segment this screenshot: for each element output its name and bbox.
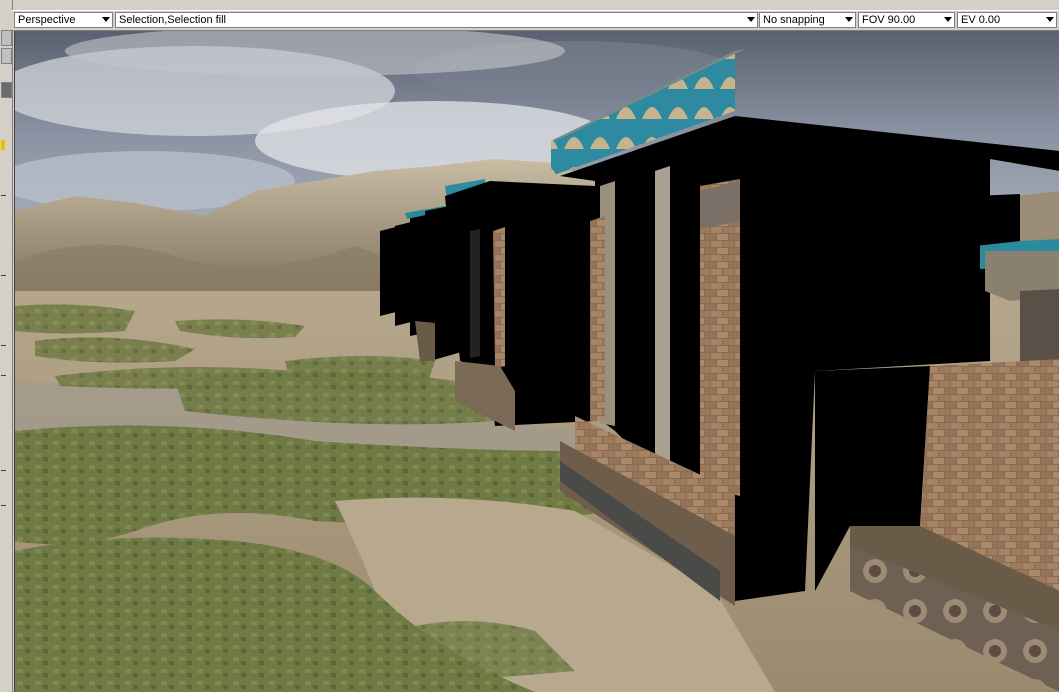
tick [1, 505, 6, 506]
fov-value: FOV 90.00 [862, 14, 916, 26]
tick [1, 195, 6, 196]
chevron-down-icon [747, 17, 755, 22]
tool-button[interactable] [1, 30, 12, 46]
ev-value: EV 0.00 [961, 14, 1001, 26]
tool-button-active[interactable] [1, 82, 12, 98]
ev-dropdown[interactable]: EV 0.00 [957, 12, 1057, 28]
chevron-down-icon [102, 17, 110, 22]
marker [1, 140, 5, 150]
scene-render [15, 31, 1059, 692]
selection-mode-value: Selection,Selection fill [119, 14, 227, 26]
tick [1, 345, 6, 346]
viewport-toolbar: Perspective Selection,Selection fill No … [12, 10, 1059, 31]
chevron-down-icon [944, 17, 952, 22]
snapping-value: No snapping [763, 14, 825, 26]
selection-mode-dropdown[interactable]: Selection,Selection fill [115, 12, 758, 28]
fov-dropdown[interactable]: FOV 90.00 [858, 12, 955, 28]
view-mode-dropdown[interactable]: Perspective [14, 12, 113, 28]
tick [1, 275, 6, 276]
tool-button[interactable] [1, 48, 12, 64]
left-tool-strip [0, 0, 13, 692]
chevron-down-icon [845, 17, 853, 22]
view-mode-value: Perspective [18, 14, 76, 26]
chevron-down-icon [1046, 17, 1054, 22]
snapping-dropdown[interactable]: No snapping [759, 12, 856, 28]
3d-viewport[interactable] [14, 31, 1059, 692]
tick [1, 470, 6, 471]
tick [1, 375, 6, 376]
